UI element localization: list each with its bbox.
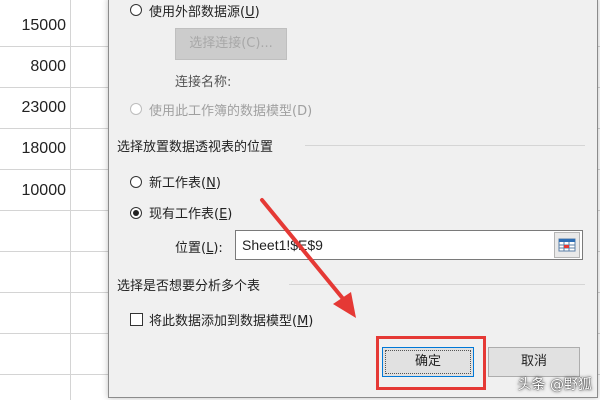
annotation-arrow-line	[260, 198, 351, 308]
annotation-arrow-overlay	[260, 198, 356, 318]
watermark-text: 头条 @野狐	[517, 377, 592, 393]
annotation-arrow-head	[333, 292, 356, 318]
